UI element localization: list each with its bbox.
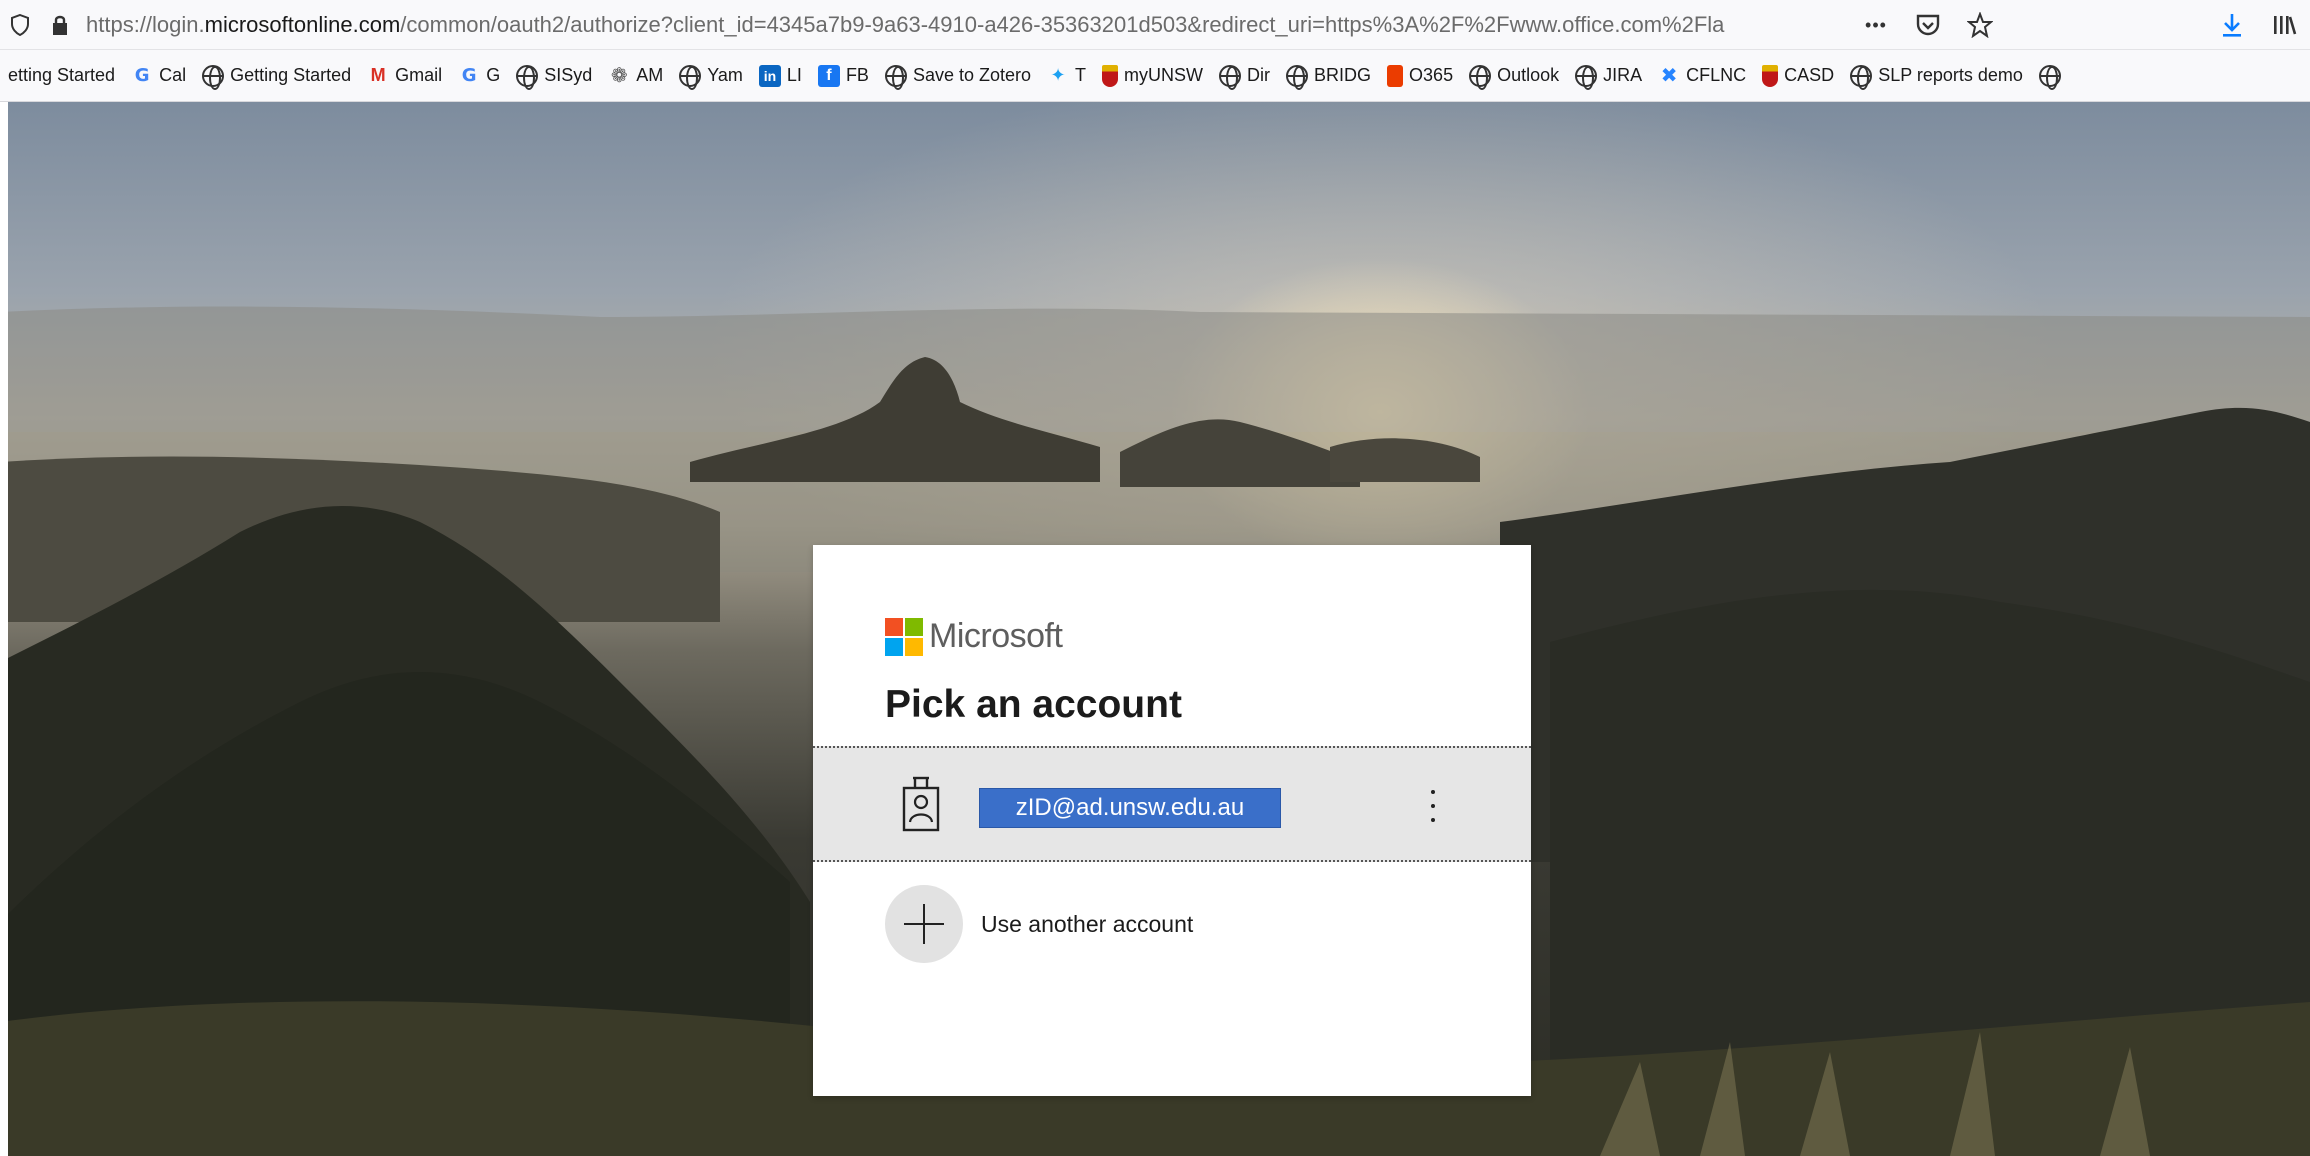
microsoft-logo: Microsoft [885, 617, 1063, 656]
bookmark-label: Yam [707, 65, 743, 85]
bookmark-item[interactable]: O365 [1379, 50, 1461, 101]
globe-icon [1286, 64, 1309, 90]
crest-icon [1762, 64, 1779, 87]
use-another-account-label: Use another account [981, 911, 1194, 937]
crest-icon [1102, 64, 1119, 87]
pocket-icon[interactable] [1902, 0, 1954, 50]
bookmark-label: FB [845, 65, 869, 85]
fb-icon: f [817, 64, 840, 87]
li-icon: in [758, 64, 781, 87]
bookmark-item[interactable]: SISyd [508, 50, 600, 101]
bookmark-label: Outlook [1497, 65, 1560, 85]
bookmark-item[interactable]: GG [450, 50, 508, 101]
url-prefix: https://login. [86, 11, 205, 37]
bookmark-item[interactable] [2031, 50, 2075, 101]
bookmark-label: T [1075, 65, 1087, 85]
globe-icon [1575, 64, 1598, 90]
bookmark-label: Dir [1247, 65, 1271, 85]
id-badge-icon [902, 776, 940, 832]
bookmark-item[interactable]: ✦ T [1039, 50, 1094, 101]
account-picker-dialog: Microsoft Pick an account zID@ad.unsw.ed… [813, 545, 1531, 1096]
am-icon: ❁ [610, 65, 628, 87]
microsoft-logo-icon [885, 617, 923, 656]
page-actions-more-icon[interactable]: ••• [1850, 0, 1902, 50]
gm-icon: M [370, 65, 386, 85]
bookmark-item[interactable]: Save to Zotero [877, 50, 1039, 101]
lock-icon[interactable] [40, 0, 80, 50]
bookmark-item[interactable]: Dir [1211, 50, 1278, 101]
g-icon: G [461, 65, 477, 86]
bookmark-item[interactable]: Yam [671, 50, 751, 101]
bookmark-item[interactable]: ✖ CFLNC [1650, 50, 1754, 101]
url-host: microsoftonline.com [204, 11, 401, 37]
bookmark-item[interactable]: Getting Started [194, 50, 359, 101]
shield-icon[interactable] [0, 0, 40, 50]
bookmark-label: O365 [1409, 65, 1454, 85]
bookmark-label: JIRA [1603, 65, 1643, 85]
bookmark-item[interactable]: M Gmail [359, 50, 450, 101]
bookmark-item[interactable]: myUNSW [1094, 50, 1211, 101]
globe-icon [679, 64, 702, 90]
bookmark-label: Gmail [395, 65, 443, 85]
globe-icon [884, 64, 907, 90]
bookmark-item[interactable]: G Cal [123, 50, 194, 101]
bookmark-label: G [486, 65, 501, 85]
bookmark-label: myUNSW [1124, 65, 1204, 85]
url-path: /common/oauth2/authorize?client_id=4345a… [400, 11, 1725, 37]
bookmark-item[interactable]: etting Started [0, 50, 123, 101]
globe-icon [1850, 64, 1873, 90]
use-another-account-tile[interactable]: Use another account [813, 863, 1531, 973]
bookmark-label: SISyd [544, 65, 593, 85]
bookmark-item[interactable]: JIRA [1567, 50, 1650, 101]
globe-icon [202, 64, 225, 90]
bookmark-item[interactable]: in LI [751, 50, 810, 101]
globe-icon [1219, 64, 1242, 90]
bookmark-item[interactable]: SLP reports demo [1842, 50, 2031, 101]
star-icon[interactable] [1954, 0, 2006, 50]
library-icon[interactable] [2258, 0, 2310, 50]
bookmark-item[interactable]: f FB [810, 50, 877, 101]
bookmark-item[interactable]: ❁ AM [600, 50, 671, 101]
bookmark-label: Cal [159, 65, 187, 85]
bookmark-item[interactable]: CASD [1754, 50, 1842, 101]
bookmarks-toolbar: etting Started G Cal Getting Started M Gmail G… [0, 50, 2310, 102]
globe-icon [1469, 64, 1492, 90]
more-options-icon[interactable] [1423, 786, 1443, 826]
o365-icon [1387, 64, 1404, 87]
globe-icon [516, 64, 539, 90]
account-tile[interactable]: zID@ad.unsw.edu.au [813, 746, 1531, 862]
bookmark-label: CASD [1784, 65, 1835, 85]
address-bar[interactable]: https://login.microsoftonline.com/common… [0, 0, 2310, 50]
g-icon: G [134, 65, 150, 86]
bookmark-label: SLP reports demo [1878, 65, 2023, 85]
microsoft-wordmark: Microsoft [929, 617, 1063, 655]
bookmark-item[interactable]: Outlook [1461, 50, 1567, 101]
url-text[interactable]: https://login.microsoftonline.com/common… [86, 12, 1796, 38]
account-email[interactable]: zID@ad.unsw.edu.au [979, 788, 1281, 828]
bookmark-label: LI [786, 65, 802, 85]
tw-icon: ✦ [1050, 65, 1066, 85]
bookmark-item[interactable]: BRIDG [1278, 50, 1379, 101]
conf-icon: ✖ [1660, 65, 1678, 87]
bookmark-label: Getting Started [230, 65, 352, 85]
plus-icon [885, 885, 963, 963]
globe-icon [2038, 64, 2061, 90]
bookmark-label: Save to Zotero [912, 65, 1032, 85]
download-icon[interactable] [2206, 0, 2258, 50]
bookmark-label: etting Started [8, 65, 116, 85]
bookmark-label: CFLNC [1686, 65, 1747, 85]
bookmark-label: BRIDG [1314, 65, 1372, 85]
bookmark-label: AM [636, 65, 664, 85]
page-title: Pick an account [885, 683, 1182, 726]
